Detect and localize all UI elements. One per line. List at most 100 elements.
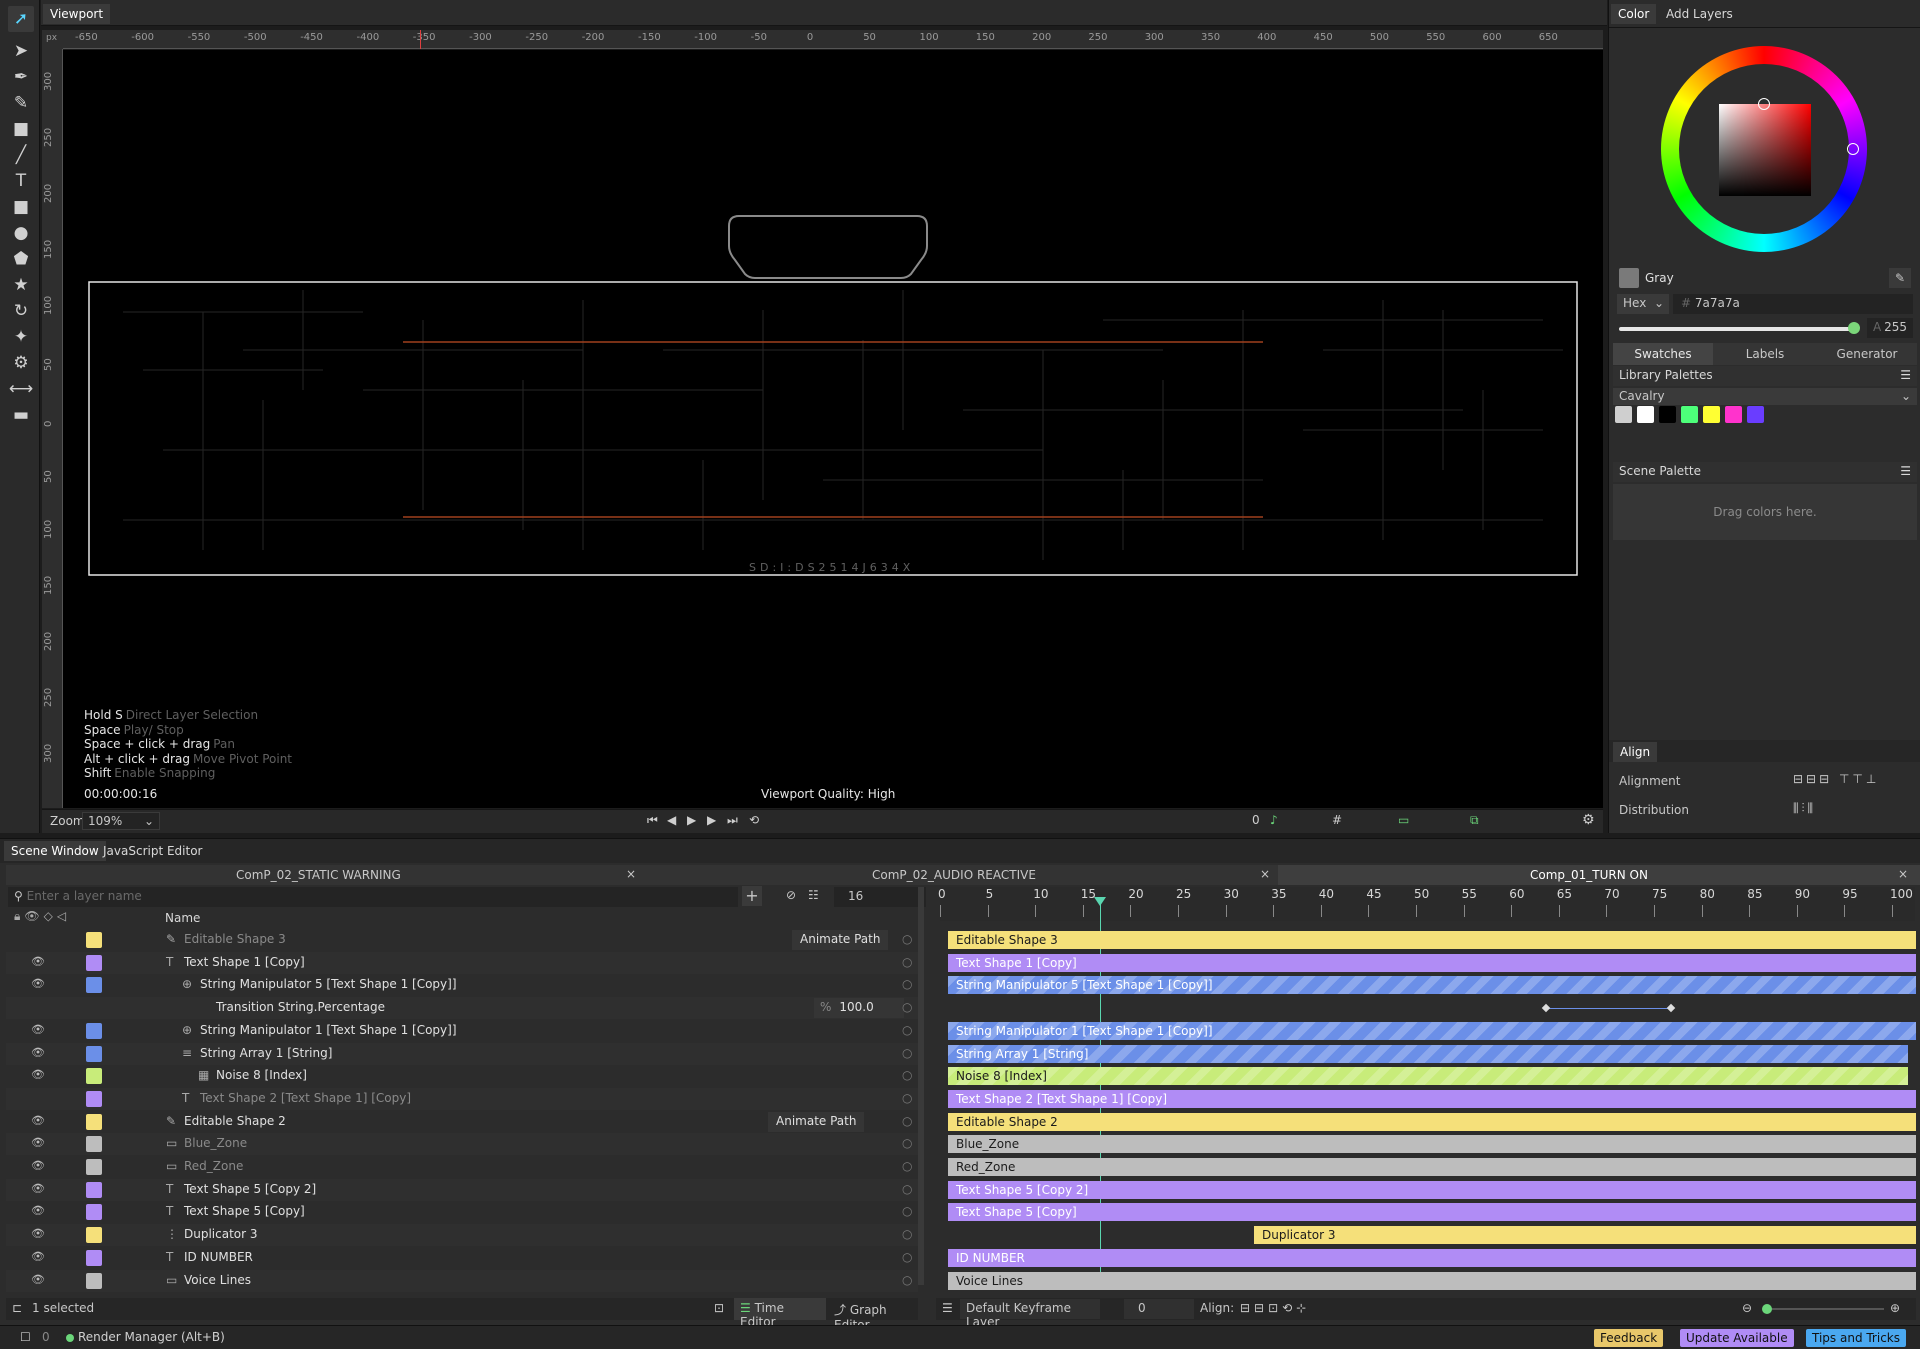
visibility-eye-icon[interactable]: 👁︎ [31,1023,45,1036]
palette-swatch[interactable] [1637,406,1654,423]
palette-swatch[interactable] [1703,406,1720,423]
keyframe-circle-icon[interactable]: ○ [902,1273,912,1287]
timeline-clip[interactable]: Red_Zone [948,1158,1916,1176]
console-icon[interactable]: ☐ [20,1330,31,1344]
palette-swatch[interactable] [1725,406,1742,423]
keyframe-circle-icon[interactable]: ○ [902,1068,912,1082]
distribution-buttons-icon[interactable]: ⫼⫶⫼ [1793,801,1816,816]
layer-color-chip[interactable] [86,1022,102,1039]
layer-name[interactable]: Text Shape 2 [Text Shape 1] [Copy] [200,1091,411,1105]
animate-path-button[interactable]: Animate Path [792,930,889,950]
layer-name[interactable]: Red_Zone [184,1159,243,1173]
layer-color-chip[interactable] [86,1068,102,1085]
layer-color-chip[interactable] [86,954,102,971]
layer-row[interactable]: 👁︎ T Text Shape 5 [Copy 2] ○ [6,1178,918,1201]
tab-javascript-editor[interactable]: JavaScript Editor [96,841,209,861]
visibility-eye-icon[interactable]: 👁︎ [31,1273,45,1286]
tab-generator[interactable]: Generator [1817,343,1917,365]
layer-row[interactable]: Transition String.Percentage% 100.0 ○ [6,997,918,1020]
layer-row[interactable]: 👁︎ ⋮ Duplicator 3 ○ [6,1224,918,1247]
rectangle-tool-icon[interactable]: ■ [8,194,34,220]
alpha-input[interactable]: A 255 [1867,318,1913,338]
menu-icon[interactable]: ☰ [1900,464,1911,478]
star-tool-icon[interactable]: ★ [8,272,34,298]
add-layer-button[interactable]: + [742,886,762,906]
play-icon[interactable]: ▶ [687,813,696,827]
tab-color[interactable]: Color [1611,4,1657,24]
layer-color-chip[interactable] [86,1113,102,1130]
timeline-zoom-handle[interactable] [1762,1304,1772,1314]
alignment-buttons-icon[interactable]: ⊟⊟⊟ ⊤⊤⊥ [1793,772,1879,786]
keyframe-layer-select[interactable]: Default Keyframe Layer [960,1299,1100,1329]
comp-tab-turn-on[interactable]: Comp_01_TURN ON [1530,868,1648,882]
visibility-eye-icon[interactable]: 👁︎ [31,1250,45,1263]
visibility-eye-icon[interactable]: 👁︎ [31,977,45,990]
select-tool-icon[interactable]: ➚ [8,6,34,32]
target-icon[interactable]: ⊡ [714,1301,724,1315]
timeline-clip[interactable]: Duplicator 3 [1254,1226,1916,1245]
layer-row[interactable]: 👁︎ ▭ Red_Zone ○ [6,1156,918,1178]
timeline-clip[interactable]: String Manipulator 5 [Text Shape 1 [Copy… [948,976,1916,995]
visibility-eye-icon[interactable]: 👁︎ [31,1046,45,1059]
current-color-chip[interactable] [1619,268,1639,288]
layer-color-chip[interactable] [86,1249,102,1266]
alpha-slider[interactable] [1619,327,1859,331]
layer-row[interactable]: 👁︎ ▭ Blue_Zone ○ [6,1133,918,1156]
palette-swatch[interactable] [1681,406,1698,423]
palette-swatch[interactable] [1747,406,1764,423]
zoom-out-icon[interactable]: ⊖ [1742,1301,1752,1315]
update-available-button[interactable]: Update Available [1680,1329,1794,1347]
eyedropper-icon[interactable]: ✎ [1889,268,1911,288]
step-forward-icon[interactable]: ▶ [707,813,716,827]
layer-row[interactable]: 👁︎ ⊕ String Manipulator 1 [Text Shape 1 [C… [6,1019,918,1042]
scene-palette-drop-zone[interactable]: Drag colors here. [1613,484,1917,540]
keyframe-circle-icon[interactable]: ○ [902,1114,912,1128]
loop-icon[interactable]: ⟲ [749,813,759,827]
hex-input[interactable]: # 7a7a7a [1673,294,1913,314]
layer-row[interactable]: 👁︎ T Text Shape 5 [Copy] ○ [6,1201,918,1224]
timeline-clip[interactable]: Editable Shape 2 [948,1112,1916,1131]
layer-row[interactable]: 👁︎ ✎ Editable Shape 2 Animate Path ○ [6,1110,918,1133]
comp-tab-static-warning[interactable]: ComP_02_STATIC WARNING [236,868,401,882]
format-select[interactable]: Hex ⌄ [1617,294,1669,314]
tab-labels[interactable]: Labels [1715,343,1815,365]
layer-row[interactable]: 👁︎ ≡ String Array 1 [String] ○ [6,1042,918,1065]
sv-handle[interactable] [1758,98,1770,110]
layer-name[interactable]: String Array 1 [String] [200,1046,332,1060]
layer-row[interactable]: 👁︎ ⊕ String Manipulator 5 [Text Shape 1 [C… [6,974,918,997]
layer-color-chip[interactable] [86,977,102,994]
ellipse-tool-icon[interactable]: ● [8,220,34,246]
timeline-clip[interactable]: Text Shape 5 [Copy 2] [948,1180,1916,1199]
tab-scene-window[interactable]: Scene Window [4,841,106,861]
gear-tool-icon[interactable]: ⚙ [8,350,34,376]
timeline-clip[interactable]: Text Shape 5 [Copy] [948,1203,1916,1222]
text-tool-icon[interactable]: T [8,168,34,194]
filter-icon[interactable]: ⊘ [786,888,796,902]
visibility-eye-icon[interactable]: 👁︎ [31,1159,45,1172]
list-scrollbar[interactable] [918,887,924,1285]
skip-start-icon[interactable]: ⏮ [647,813,658,828]
layer-color-chip[interactable] [86,1181,102,1198]
visibility-eye-icon[interactable]: 👁︎ [31,1136,45,1149]
timeline-clip[interactable]: String Array 1 [String] [948,1044,1908,1063]
skip-end-icon[interactable]: ⏭ [727,813,738,828]
viewport-canvas[interactable]: SD:I:DS2514J634X Hold S Direct Layer Sele… [63,50,1603,808]
layer-color-chip[interactable] [86,932,102,948]
keyframe-circle-icon[interactable]: ○ [902,1227,912,1241]
keyframe-circle-icon[interactable]: ○ [902,1136,912,1150]
visibility-eye-icon[interactable]: 👁︎ [31,1204,45,1217]
render-manager-link[interactable]: Render Manager (Alt+B) [78,1330,225,1344]
layer-color-chip[interactable] [86,1090,102,1107]
layer-name[interactable]: Noise 8 [Index] [216,1068,307,1082]
close-icon[interactable]: × [626,867,636,881]
timeline-clip[interactable]: Noise 8 [Index] [948,1067,1908,1086]
keyframe-circle-icon[interactable]: ○ [902,977,912,991]
keyframe-align-buttons-icon[interactable]: ⊟⊟⊡⟲⊹ [1240,1301,1310,1315]
layer-row[interactable]: 👁︎ T ID NUMBER ○ [6,1246,918,1269]
layer-name[interactable]: Transition String.Percentage [216,1000,385,1014]
line-tool-icon[interactable]: ╱ [8,142,34,168]
close-icon[interactable]: × [1898,867,1908,881]
keyframe-circle-icon[interactable]: ○ [902,932,912,946]
layer-name[interactable]: Text Shape 5 [Copy] [184,1204,305,1218]
frame-input[interactable]: 16 [834,887,926,907]
